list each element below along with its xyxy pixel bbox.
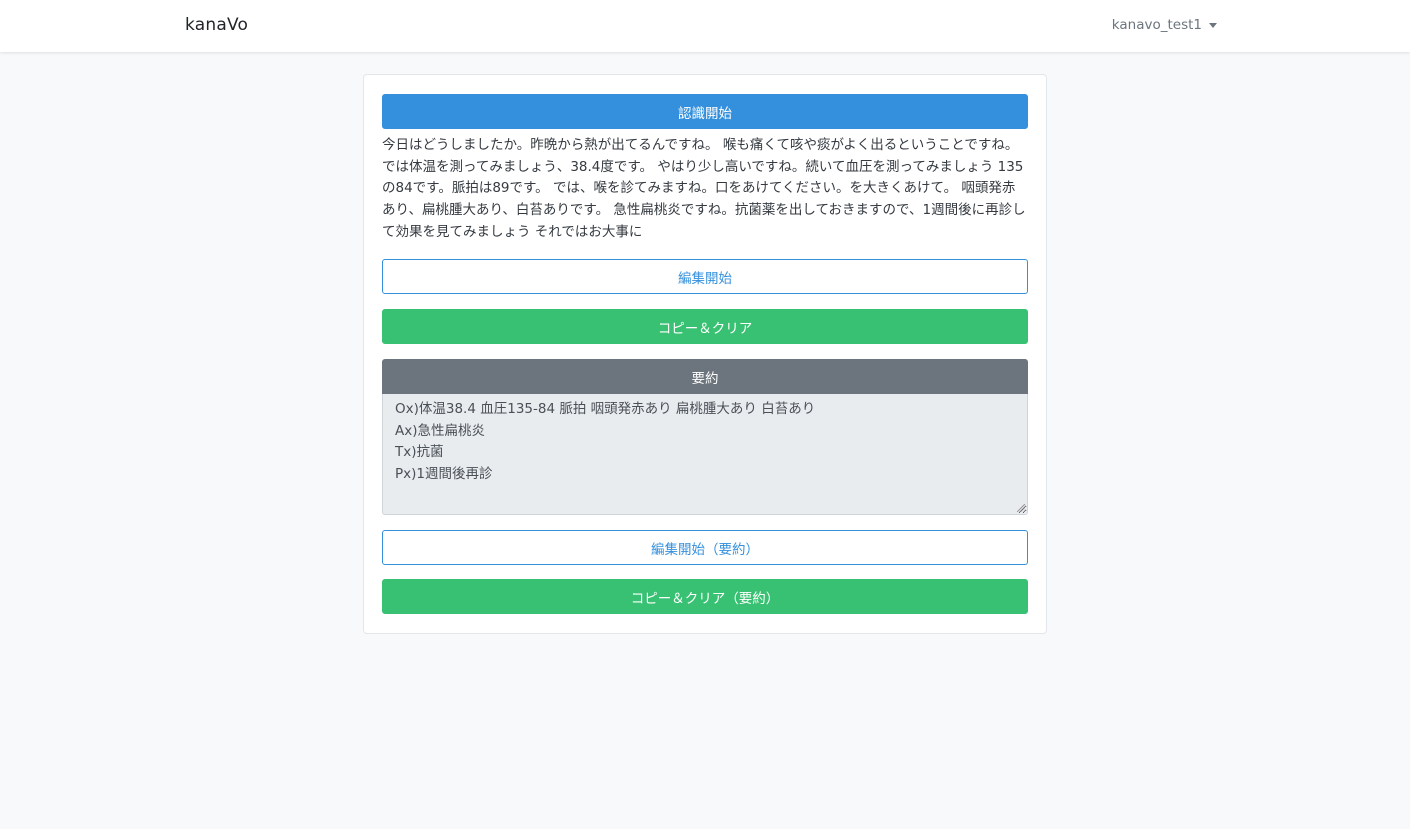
copy-clear-summary-button[interactable]: コピー＆クリア（要約） — [382, 579, 1028, 614]
summary-line-px: Px)1週間後再診 — [395, 466, 493, 483]
edit-start-button[interactable]: 編集開始 — [382, 259, 1028, 294]
user-name: kanavo_test1 — [1111, 17, 1202, 33]
summary-line-ax: Ax)急性扁桃炎 — [395, 422, 485, 439]
summary-line-ox: Ox)体温38.4 血圧135-84 脈拍 咽頭発赤あり 扁桃腫大あり 白苔あり — [395, 401, 816, 417]
user-dropdown[interactable]: kanavo_test1 — [1112, 17, 1217, 33]
transcript-text: 今日はどうしましたか。昨晩から熱が出てるんですね。 喉も痛くて咳や痰がよく出ると… — [382, 137, 1026, 240]
brand-link[interactable]: kanaVo — [185, 15, 248, 35]
main-card: 認識開始 今日はどうしましたか。昨晩から熱が出てるんですね。 喉も痛くて咳や痰が… — [363, 74, 1047, 634]
summary-header: 要約 — [382, 359, 1028, 394]
summary-textarea[interactable]: Ox)体温38.4 血圧135-84 脈拍 咽頭発赤あり 扁桃腫大あり 白苔あり… — [382, 394, 1028, 515]
navbar: kanaVo kanavo_test1 — [0, 0, 1410, 52]
chevron-down-icon — [1209, 22, 1217, 28]
start-recognition-button[interactable]: 認識開始 — [382, 94, 1028, 129]
summary-line-tx: Tx)抗菌 — [395, 444, 444, 461]
resize-handle-icon[interactable] — [1017, 504, 1025, 512]
edit-start-summary-button[interactable]: 編集開始（要約） — [382, 530, 1028, 565]
copy-clear-button[interactable]: コピー＆クリア — [382, 309, 1028, 344]
